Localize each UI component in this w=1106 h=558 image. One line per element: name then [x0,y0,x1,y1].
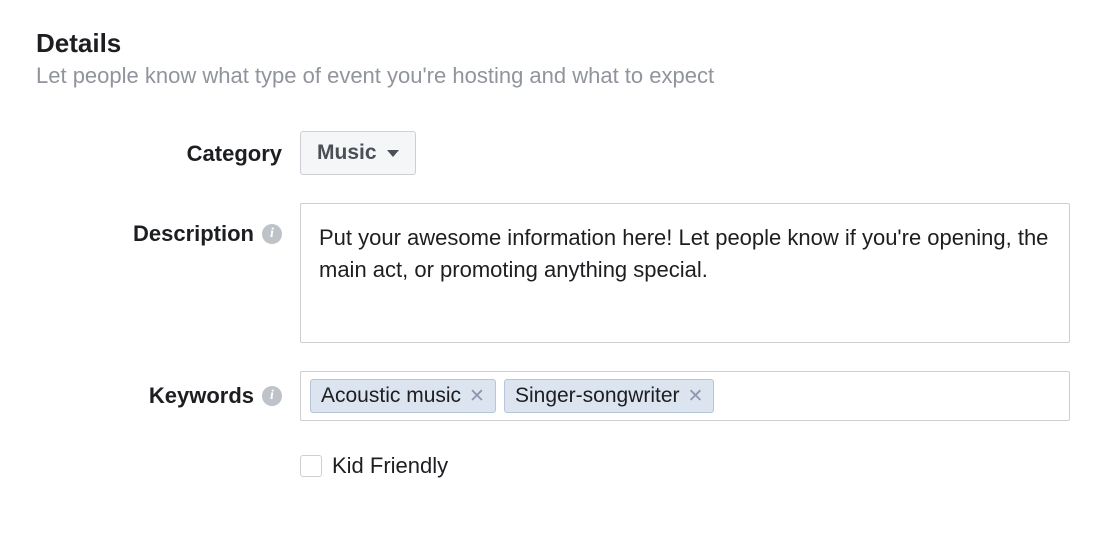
keyword-tag: Singer-songwriter ✕ [504,379,715,413]
caret-down-icon [387,150,399,157]
category-dropdown[interactable]: Music [300,131,416,175]
remove-tag-icon[interactable]: ✕ [469,387,485,406]
kidfriendly-checkbox-row: Kid Friendly [300,453,1070,479]
kidfriendly-row: Kid Friendly [36,449,1070,479]
category-row: Category Music [36,131,1070,175]
section-subtitle: Let people know what type of event you'r… [36,63,1070,89]
category-label: Category [187,141,282,167]
kidfriendly-label-col [36,449,300,457]
info-icon[interactable]: i [262,386,282,406]
kidfriendly-control-col: Kid Friendly [300,449,1070,479]
description-label: Description [133,221,254,247]
category-selected: Music [317,141,377,165]
kidfriendly-label: Kid Friendly [332,453,448,479]
description-textarea[interactable]: Put your awesome information here! Let p… [300,203,1070,343]
keywords-input[interactable]: Acoustic music ✕ Singer-songwriter ✕ [300,371,1070,421]
description-label-col: Description i [36,203,300,247]
keywords-control-col: Acoustic music ✕ Singer-songwriter ✕ [300,371,1070,421]
category-label-col: Category [36,131,300,167]
remove-tag-icon[interactable]: ✕ [688,387,704,406]
category-control-col: Music [300,131,1070,175]
keyword-tag-label: Singer-songwriter [515,384,680,408]
description-row: Description i Put your awesome informati… [36,203,1070,343]
kidfriendly-checkbox[interactable] [300,455,322,477]
section-title: Details [36,28,1070,59]
keywords-label-col: Keywords i [36,371,300,409]
info-icon[interactable]: i [262,224,282,244]
details-section: Details Let people know what type of eve… [36,28,1070,479]
keywords-row: Keywords i Acoustic music ✕ Singer-songw… [36,371,1070,421]
keyword-tag: Acoustic music ✕ [310,379,496,413]
keywords-label: Keywords [149,383,254,409]
description-control-col: Put your awesome information here! Let p… [300,203,1070,343]
keyword-tag-label: Acoustic music [321,384,461,408]
